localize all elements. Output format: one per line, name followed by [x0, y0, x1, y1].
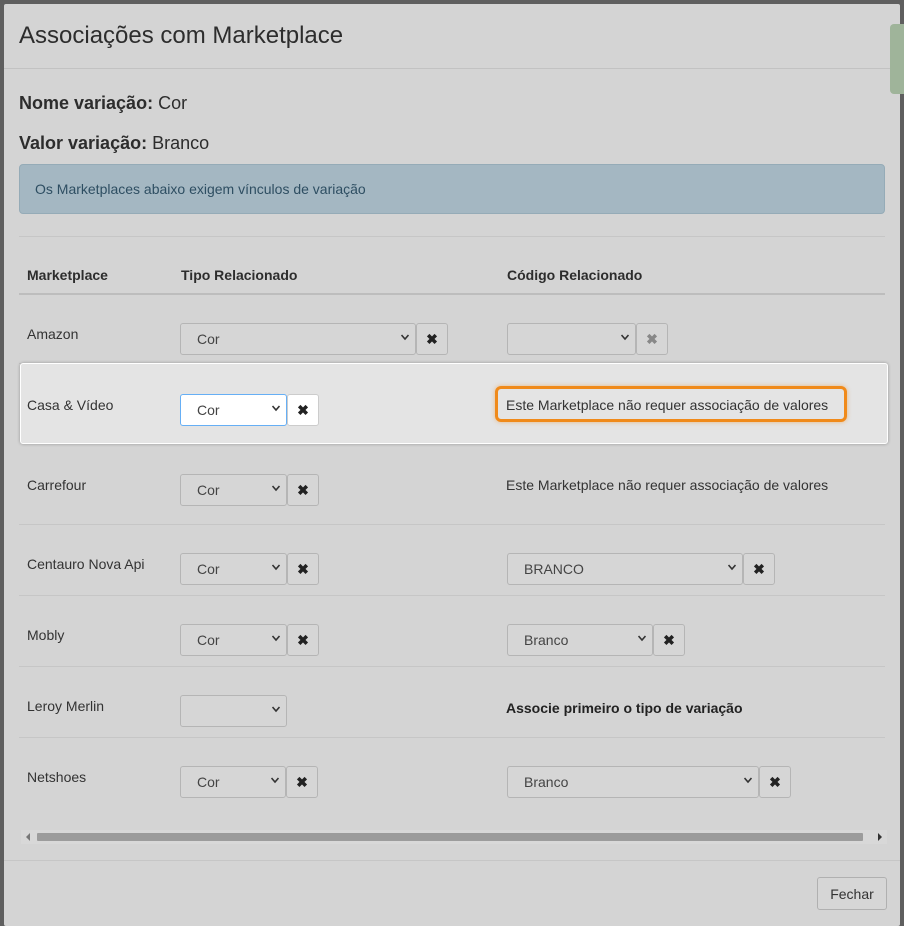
close-icon: ✖: [663, 631, 675, 648]
no-association-message: Este Marketplace não requer associação d…: [506, 397, 829, 413]
close-icon: ✖: [297, 631, 309, 648]
codigo-select[interactable]: Branco: [507, 624, 653, 656]
codigo-select[interactable]: BRANCO: [507, 553, 743, 585]
marketplace-name: Mobly: [27, 627, 65, 643]
clear-tipo-button[interactable]: ✖: [416, 323, 448, 355]
variation-name-label: Nome variação:: [19, 93, 154, 113]
variation-name-value: Cor: [158, 93, 188, 113]
scrollbar-thumb[interactable]: [37, 833, 863, 841]
clear-codigo-button[interactable]: ✖: [653, 624, 685, 656]
codigo-select[interactable]: [507, 323, 636, 355]
table-row: Centauro Nova Api Cor ✖ BRANCO ✖: [19, 525, 885, 596]
table-row: Leroy Merlin Associe primeiro o tipo de …: [19, 667, 885, 738]
tipo-select-value: Cor: [197, 561, 220, 577]
tipo-select-value: Cor: [197, 774, 220, 790]
tipo-select[interactable]: Cor: [180, 474, 287, 506]
marketplace-name: Carrefour: [27, 477, 87, 493]
marketplace-name: Leroy Merlin: [27, 698, 105, 714]
marketplace-name: Amazon: [27, 326, 79, 342]
side-scroll-indicator[interactable]: [890, 24, 904, 94]
chevron-down-icon: [272, 564, 280, 571]
variation-value-label: Valor variação:: [19, 133, 148, 153]
header-tipo-relacionado: Tipo Relacionado: [181, 267, 298, 283]
clear-codigo-button[interactable]: ✖: [743, 553, 775, 585]
tipo-select[interactable]: Cor: [180, 394, 287, 426]
header-marketplace: Marketplace: [27, 267, 108, 283]
table-header: Marketplace Tipo Relacionado Código Rela…: [19, 257, 885, 295]
variation-name: Nome variação: Cor: [19, 93, 187, 114]
table-row: Carrefour Cor ✖ Este Marketplace não req…: [19, 444, 885, 525]
close-icon: ✖: [646, 330, 658, 347]
scroll-right-arrow-icon[interactable]: [878, 833, 882, 841]
associate-type-first-message: Associe primeiro o tipo de variação: [506, 700, 743, 716]
horizontal-scrollbar[interactable]: [21, 830, 887, 844]
footer-divider: [4, 860, 900, 861]
close-icon: ✖: [426, 330, 438, 347]
codigo-select-value: Branco: [524, 774, 569, 790]
tipo-select[interactable]: Cor: [180, 323, 416, 355]
clear-tipo-button[interactable]: ✖: [287, 474, 319, 506]
clear-tipo-button[interactable]: ✖: [287, 553, 319, 585]
clear-codigo-button[interactable]: ✖: [636, 323, 668, 355]
close-icon: ✖: [753, 560, 765, 577]
highlighted-table-row: Casa & Vídeo Cor ✖ Este Marketplace não …: [20, 363, 888, 444]
chevron-down-icon: [272, 485, 280, 492]
tipo-select[interactable]: Cor: [180, 766, 286, 798]
chevron-down-icon: [272, 635, 280, 642]
chevron-down-icon: [744, 777, 752, 784]
close-icon: ✖: [297, 401, 309, 418]
chevron-down-icon: [272, 706, 280, 713]
tipo-select-value: Cor: [197, 482, 220, 498]
clear-tipo-button[interactable]: ✖: [287, 394, 319, 426]
close-button[interactable]: Fechar: [817, 877, 887, 910]
variation-value: Valor variação: Branco: [19, 133, 209, 154]
table-row: Mobly Cor ✖ Branco ✖: [19, 596, 885, 667]
marketplace-name: Netshoes: [27, 769, 87, 785]
close-icon: ✖: [297, 481, 309, 498]
no-association-message: Este Marketplace não requer associação d…: [506, 477, 829, 493]
tipo-select[interactable]: Cor: [180, 624, 287, 656]
tipo-select[interactable]: [180, 695, 287, 727]
chevron-down-icon: [401, 334, 409, 341]
codigo-select-value: Branco: [524, 632, 569, 648]
chevron-down-icon: [272, 405, 280, 412]
clear-tipo-button[interactable]: ✖: [287, 624, 319, 656]
marketplace-associations-modal: Associações com Marketplace Nome variaçã…: [4, 4, 904, 926]
clear-codigo-button[interactable]: ✖: [759, 766, 791, 798]
alert-text: Os Marketplaces abaixo exigem vínculos d…: [35, 181, 366, 197]
tipo-select-value: Cor: [197, 632, 220, 648]
scroll-left-arrow-icon[interactable]: [26, 833, 30, 841]
tipo-select[interactable]: Cor: [180, 553, 287, 585]
table-row: Netshoes Cor ✖ Branco ✖: [19, 738, 885, 808]
modal-title: Associações com Marketplace: [19, 22, 344, 49]
marketplace-name: Centauro Nova Api: [27, 556, 145, 572]
chevron-down-icon: [621, 334, 629, 341]
close-icon: ✖: [297, 560, 309, 577]
close-icon: ✖: [769, 773, 781, 790]
tipo-select-value: Cor: [197, 331, 220, 347]
codigo-select[interactable]: Branco: [507, 766, 759, 798]
close-icon: ✖: [296, 773, 308, 790]
tipo-select-value: Cor: [197, 402, 220, 418]
clear-tipo-button[interactable]: ✖: [286, 766, 318, 798]
header-codigo-relacionado: Código Relacionado: [507, 267, 643, 283]
variation-value-value: Branco: [152, 133, 210, 153]
modal-header: Associações com Marketplace: [4, 4, 900, 69]
codigo-select-value: BRANCO: [524, 561, 584, 577]
chevron-down-icon: [728, 564, 736, 571]
chevron-down-icon: [638, 635, 646, 642]
marketplace-name: Casa & Vídeo: [27, 397, 114, 413]
chevron-down-icon: [271, 777, 279, 784]
divider: [19, 236, 885, 237]
info-alert: Os Marketplaces abaixo exigem vínculos d…: [19, 164, 885, 214]
table-row: Amazon Cor ✖ ✖: [19, 295, 885, 364]
